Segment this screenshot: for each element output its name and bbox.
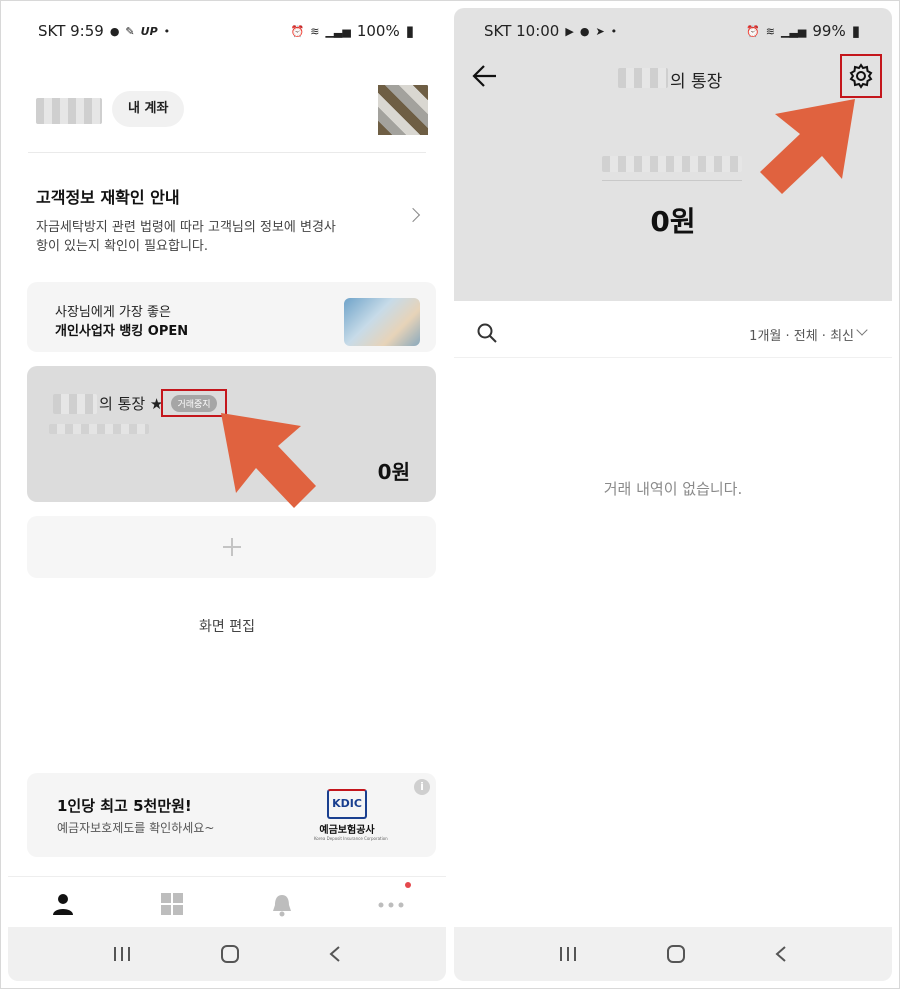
grid-icon	[161, 893, 184, 915]
divider	[602, 180, 742, 181]
phone-account-detail: SKT 10:00 ▶ ● ➤ • ⏰ ≋ ▁▃▅ 99% ▮ 의 통장 0원 …	[454, 8, 892, 981]
business-banking-promo[interactable]: 사장님에게 가장 좋은 개인사업자 뱅킹 OPEN	[27, 282, 436, 352]
account-balance: 0원	[377, 460, 410, 484]
arrow-pointer-icon	[221, 413, 316, 508]
back-nav-icon[interactable]	[775, 945, 787, 963]
account-owner-redacted	[53, 394, 97, 414]
home-icon[interactable]	[220, 944, 240, 964]
new-badge-dot	[404, 882, 411, 888]
avatar[interactable]	[378, 85, 428, 135]
signal-icon: ▁▃▅	[781, 24, 807, 38]
search-icon[interactable]	[476, 322, 498, 344]
notice-body: 자금세탁방지 관련 법령에 따라 고객님의 정보에 변경사항이 있는지 확인이 …	[36, 220, 336, 254]
more-icon	[378, 902, 404, 908]
account-number-redacted	[49, 424, 149, 434]
tab-grid[interactable]	[118, 877, 228, 926]
account-balance: 0원	[650, 205, 696, 238]
back-arrow-icon[interactable]	[472, 64, 498, 88]
promo-line-1: 사장님에게 가장 좋은	[55, 305, 171, 320]
telegram-icon: ➤	[595, 24, 605, 38]
empty-transactions-message: 거래 내역이 없습니다.	[603, 480, 743, 498]
account-number-redacted	[602, 156, 742, 172]
banner-title: 1인당 최고 5천만원!	[57, 797, 192, 815]
info-icon[interactable]: i	[414, 779, 430, 795]
battery-level: 100%	[356, 22, 400, 40]
phone-home-screen: SKT 9:59 ● ✎ UP • ⏰ ≋ ▁▃▅ 100% ▮ 내 계좌 고객…	[8, 8, 446, 981]
wifi-icon: ≋	[765, 24, 775, 38]
kdic-logo: KDIC 예금보험공사 Korea Deposit Insurance Corp…	[314, 789, 388, 845]
username-redacted	[36, 98, 102, 124]
bell-icon	[272, 895, 291, 917]
divider	[28, 152, 426, 153]
carrier-time: SKT 10:00	[484, 22, 560, 40]
status-bar: SKT 10:00 ▶ ● ➤ • ⏰ ≋ ▁▃▅ 99% ▮	[454, 8, 892, 54]
status-extra: UP	[140, 24, 158, 38]
tab-profile[interactable]	[8, 877, 118, 926]
system-nav-bar	[454, 927, 892, 981]
account-owner-redacted	[618, 68, 668, 88]
notice-title: 고객정보 재확인 안내	[36, 188, 180, 207]
banner-subtitle: 예금자보호제도를 확인하세요~	[57, 821, 215, 835]
add-account-button[interactable]	[27, 516, 436, 578]
plus-icon	[222, 538, 241, 556]
home-icon[interactable]	[666, 944, 686, 964]
back-nav-icon[interactable]	[329, 945, 341, 963]
promo-line-2: 개인사업자 뱅킹 OPEN	[55, 324, 189, 339]
chevron-right-icon	[405, 207, 421, 223]
edit-screen-link[interactable]: 화면 편집	[8, 616, 446, 636]
battery-icon: ▮	[851, 22, 860, 40]
arrow-pointer-icon	[760, 99, 855, 194]
gear-icon	[849, 63, 873, 89]
filter-selector[interactable]: 1개월 · 전체 · 최신	[749, 325, 854, 344]
battery-level: 99%	[812, 22, 846, 40]
dot-icon: •	[610, 24, 618, 38]
bottom-tab-bar	[8, 876, 446, 926]
talk-icon: ●	[579, 24, 590, 38]
recents-icon[interactable]	[559, 946, 577, 962]
youtube-icon: ▶	[565, 24, 574, 38]
promo-image	[344, 298, 420, 346]
customer-info-notice[interactable]: 고객정보 재확인 안내 자금세탁방지 관련 법령에 따라 고객님의 정보에 변경…	[28, 166, 426, 266]
tab-notifications[interactable]	[227, 877, 337, 926]
profile-icon	[52, 894, 73, 915]
my-accounts-chip[interactable]: 내 계좌	[112, 91, 185, 127]
tab-more[interactable]	[337, 877, 447, 926]
carrier-time: SKT 9:59	[38, 22, 104, 40]
pen-icon: ✎	[125, 24, 135, 38]
status-badge: 거래중지	[171, 394, 217, 412]
talk-icon: ●	[109, 24, 120, 38]
recents-icon[interactable]	[113, 946, 131, 962]
chevron-down-icon[interactable]	[856, 324, 868, 336]
alarm-icon: ⏰	[746, 24, 760, 38]
wifi-icon: ≋	[310, 24, 320, 38]
dot-icon: •	[163, 24, 171, 38]
battery-icon: ▮	[405, 22, 414, 40]
settings-button[interactable]	[840, 54, 882, 98]
deposit-insurance-banner[interactable]: 1인당 최고 5천만원! 예금자보호제도를 확인하세요~ i KDIC 예금보험…	[27, 773, 436, 857]
account-name: 의 통장 ★	[99, 395, 164, 413]
alarm-icon: ⏰	[290, 24, 305, 38]
page-title: 의 통장	[670, 72, 723, 92]
signal-icon: ▁▃▅	[325, 24, 351, 38]
transaction-filter-bar: 1개월 · 전체 · 최신	[454, 310, 892, 358]
status-bar: SKT 9:59 ● ✎ UP • ⏰ ≋ ▁▃▅ 100% ▮	[8, 8, 446, 54]
system-nav-bar	[8, 927, 446, 981]
home-header: 내 계좌	[36, 85, 428, 135]
